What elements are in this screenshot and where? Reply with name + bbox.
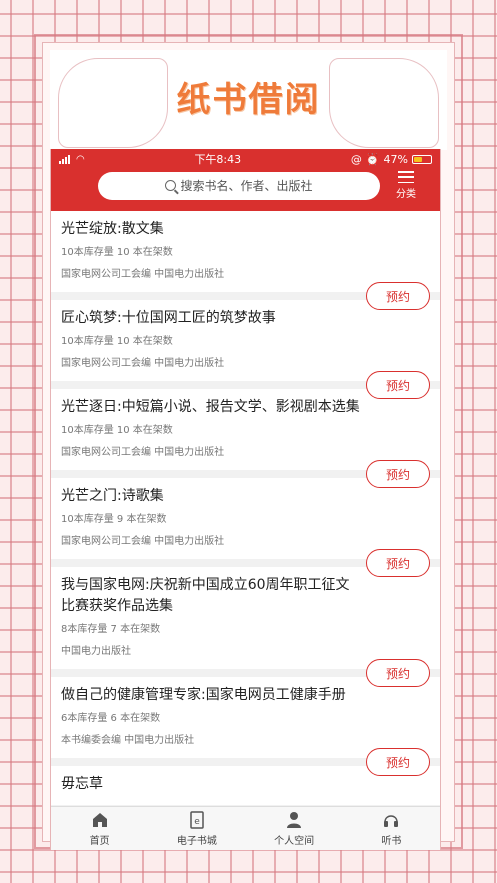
list-item[interactable]: 光芒之门:诗歌集 10本库存量 9 本在架数 国家电网公司工会编 中国电力出版社 预约: [51, 478, 440, 577]
alarm-icon: ⏰: [365, 152, 380, 166]
tab-label: 电子书城: [176, 835, 217, 847]
status-time: 下午8:43: [194, 153, 242, 166]
tab-label: 个人空间: [274, 835, 315, 847]
list-item[interactable]: 光芒绽放:散文集 10本库存量 10 本在架数 国家电网公司工会编 中国电力出版社预…: [51, 211, 440, 310]
battery-percent: 47%: [383, 152, 408, 166]
tab-label: 听书: [381, 835, 402, 847]
book-title[interactable]: 光芒逐日:中短篇小说、报告文学、影视剧本选集: [61, 397, 361, 418]
category-label: 分类: [396, 189, 416, 200]
book-publisher: 本书编委会编 中国电力出版社: [61, 735, 195, 746]
signal-icon: [59, 154, 70, 164]
book-publisher: 国家电网公司工会编 中国电力出版社: [61, 358, 225, 369]
list-item[interactable]: 做自己的健康管理专家:国家电网员工健康手册 6本库存量 6 本在架数本书编委会编 …: [51, 677, 440, 776]
phone-screen: ◠ 下午8:43 @ ⏰ 47% 搜索书名、作者、出版社 分类 光芒绽放:散文集…: [50, 149, 441, 850]
home-icon: [91, 811, 109, 829]
category-button[interactable]: 分类: [396, 171, 416, 200]
list-item[interactable]: 匠心筑梦:十位国网工匠的筑梦故事 10本库存量 10 本在架数国家电网公司工会编 …: [51, 300, 440, 399]
book-title[interactable]: 匠心筑梦:十位国网工匠的筑梦故事: [61, 308, 361, 329]
book-title[interactable]: 毋忘草: [61, 774, 361, 795]
book-stock: 8本库存量 7 本在架数: [61, 624, 161, 635]
book-title[interactable]: 光芒之门:诗歌集: [61, 486, 361, 507]
person-icon: [285, 811, 303, 829]
book-stock: 10本库存量 10 本在架数: [61, 425, 173, 436]
book-publisher: 国家电网公司工会编 中国电力出版社: [61, 269, 225, 280]
wifi-icon: ◠: [76, 153, 85, 165]
lock-rotation-icon: @: [350, 152, 362, 166]
search-input[interactable]: 搜索书名、作者、出版社: [98, 171, 380, 200]
battery-icon: [412, 154, 432, 164]
ebook-icon: e: [188, 810, 206, 829]
book-publisher: 中国电力出版社: [61, 646, 131, 657]
search-icon: [165, 180, 177, 191]
search-placeholder: 搜索书名、作者、出版社: [180, 179, 313, 193]
tab-bar: 首页 e 电子书城 个人空间 听书: [51, 806, 440, 850]
book-stock: 10本库存量 10 本在架数: [61, 247, 173, 258]
list-item[interactable]: 光芒逐日:中短篇小说、报告文学、影视剧本选集 10本库存量 10 本在架数国家电网…: [51, 389, 440, 488]
audio-icon: [382, 811, 400, 829]
book-title[interactable]: 光芒绽放:散文集: [61, 219, 361, 240]
svg-text:e: e: [194, 817, 200, 827]
tab-person[interactable]: 个人空间: [246, 807, 343, 850]
book-title[interactable]: 我与国家电网:庆祝新中国成立60周年职工征文比赛获奖作品选集: [61, 575, 361, 617]
menu-icon: [398, 171, 414, 183]
book-stock: 6本库存量 6 本在架数: [61, 713, 161, 724]
list-item[interactable]: 毋忘草: [51, 766, 440, 806]
book-publisher: 国家电网公司工会编 中国电力出版社: [61, 536, 225, 547]
book-stock: 10本库存量 10 本在架数: [61, 336, 173, 347]
book-stock: 10本库存量 9 本在架数: [61, 514, 167, 525]
tab-ebook[interactable]: e 电子书城: [148, 807, 245, 850]
tab-audio[interactable]: 听书: [343, 807, 440, 850]
book-publisher: 国家电网公司工会编 中国电力出版社: [61, 447, 225, 458]
book-title[interactable]: 做自己的健康管理专家:国家电网员工健康手册: [61, 685, 361, 706]
tab-home[interactable]: 首页: [51, 807, 148, 850]
page-title: 纸书借阅: [176, 80, 321, 120]
book-list[interactable]: 光芒绽放:散文集 10本库存量 10 本在架数 国家电网公司工会编 中国电力出版社预…: [51, 211, 440, 806]
tab-label: 首页: [89, 835, 110, 847]
list-item[interactable]: 我与国家电网:庆祝新中国成立60周年职工征文比赛获奖作品选集 8本库存量 7 本在…: [51, 567, 440, 687]
status-bar: ◠ 下午8:43 @ ⏰ 47%: [51, 149, 440, 169]
app-header: ◠ 下午8:43 @ ⏰ 47% 搜索书名、作者、出版社 分类: [51, 149, 440, 211]
